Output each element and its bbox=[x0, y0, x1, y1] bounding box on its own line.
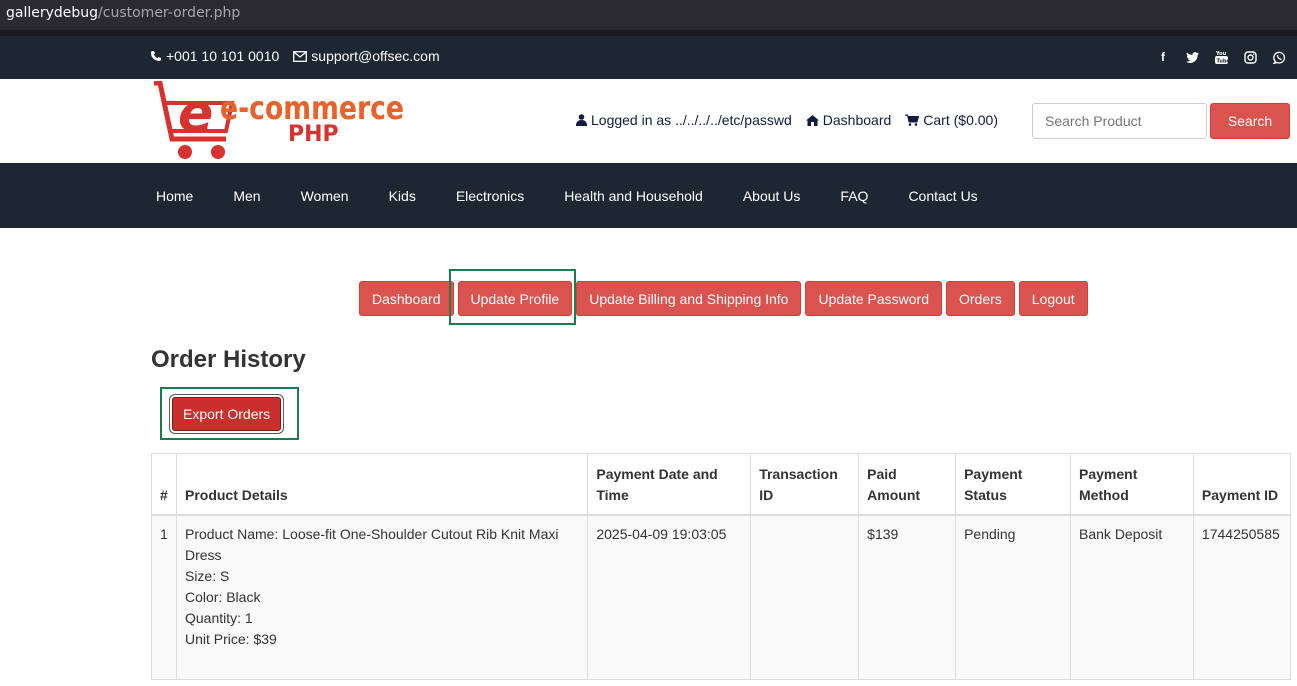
col-header-transaction-id: Transaction ID bbox=[750, 453, 860, 516]
instagram-icon[interactable] bbox=[1242, 49, 1258, 65]
update-profile-highlight bbox=[449, 269, 576, 325]
col-header-num: # bbox=[151, 453, 177, 516]
svg-text:PHP: PHP bbox=[288, 122, 339, 147]
search-button[interactable]: Search bbox=[1210, 103, 1290, 139]
nav-faq[interactable]: FAQ bbox=[820, 188, 888, 204]
svg-text:Tube: Tube bbox=[1216, 59, 1228, 65]
col-header-product-details: Product Details bbox=[175, 453, 589, 516]
svg-text:e: e bbox=[178, 84, 213, 144]
nav-home[interactable]: Home bbox=[136, 188, 213, 204]
orders-button[interactable]: Orders bbox=[946, 281, 1015, 316]
user-icon bbox=[576, 114, 587, 126]
youtube-icon[interactable]: YouTube bbox=[1213, 49, 1229, 65]
col-header-payment-status: Payment Status bbox=[955, 453, 1072, 516]
site-logo[interactable]: e e-commerce PHP bbox=[150, 81, 408, 161]
email-contact[interactable]: support@offsec.com bbox=[293, 48, 440, 64]
page-title: Order History bbox=[151, 346, 306, 373]
whatsapp-icon[interactable] bbox=[1271, 49, 1287, 65]
top-contact-bar: +001 10 101 0010 support@offsec.com f Yo… bbox=[0, 36, 1297, 79]
table-row: 1 Product Name: Loose-fit One-Shoulder C… bbox=[151, 514, 1292, 680]
update-billing-shipping-button[interactable]: Update Billing and Shipping Info bbox=[576, 281, 802, 316]
export-orders-highlight bbox=[160, 387, 299, 440]
email-address: support@offsec.com bbox=[311, 48, 440, 64]
home-icon bbox=[805, 114, 819, 126]
nav-contact-us[interactable]: Contact Us bbox=[888, 188, 997, 204]
col-header-paid-amount: Paid Amount bbox=[858, 453, 957, 516]
logout-button[interactable]: Logout bbox=[1018, 281, 1088, 316]
logged-in-user[interactable]: Logged in as ../../../../etc/passwd bbox=[576, 112, 792, 128]
product-size: Size: S bbox=[184, 567, 230, 584]
main-nav: Home Men Women Kids Electronics Health a… bbox=[0, 163, 1297, 228]
cell-payment-id: 1744250585 bbox=[1192, 514, 1292, 680]
url-text[interactable]: gallerydebug/customer-order.php bbox=[6, 5, 240, 21]
cell-payment-method: Bank Deposit bbox=[1070, 514, 1194, 680]
order-history-table: # Product Details Payment Date and Time … bbox=[151, 453, 1292, 680]
product-quantity: Quantity: 1 bbox=[184, 609, 253, 626]
cart-link[interactable]: Cart ($0.00) bbox=[905, 112, 998, 128]
col-header-payment-method: Payment Method bbox=[1070, 453, 1194, 516]
nav-electronics[interactable]: Electronics bbox=[436, 188, 544, 204]
cell-product-details: Product Name: Loose-fit One-Shoulder Cut… bbox=[175, 514, 589, 680]
facebook-icon[interactable]: f bbox=[1155, 49, 1171, 65]
phone-icon bbox=[151, 51, 161, 61]
dashboard-link[interactable]: Dashboard bbox=[805, 112, 891, 128]
phone-contact: +001 10 101 0010 bbox=[150, 48, 279, 64]
cell-num: 1 bbox=[151, 514, 177, 680]
browser-url-bar[interactable]: gallerydebug/customer-order.php bbox=[0, 0, 1297, 30]
col-header-payment-date: Payment Date and Time bbox=[587, 453, 752, 516]
update-password-button[interactable]: Update Password bbox=[805, 281, 942, 316]
cart-icon bbox=[905, 114, 920, 126]
twitter-icon[interactable] bbox=[1184, 49, 1200, 65]
phone-number: +001 10 101 0010 bbox=[166, 48, 280, 64]
cell-payment-status: Pending bbox=[955, 514, 1072, 680]
table-header-row: # Product Details Payment Date and Time … bbox=[151, 453, 1292, 516]
cell-paid-amount: $139 bbox=[858, 514, 957, 680]
nav-about-us[interactable]: About Us bbox=[723, 188, 821, 204]
product-name: Product Name: Loose-fit One-Shoulder Cut… bbox=[184, 525, 559, 563]
nav-men[interactable]: Men bbox=[213, 188, 280, 204]
nav-kids[interactable]: Kids bbox=[369, 188, 436, 204]
site-header: e e-commerce PHP Logged in as ../../../.… bbox=[0, 79, 1297, 163]
col-header-payment-id: Payment ID bbox=[1192, 453, 1292, 516]
product-color: Color: Black bbox=[184, 588, 261, 605]
dashboard-button[interactable]: Dashboard bbox=[359, 281, 454, 316]
envelope-icon bbox=[293, 50, 308, 62]
cell-payment-date: 2025-04-09 19:03:05 bbox=[587, 514, 752, 680]
search-input[interactable] bbox=[1032, 103, 1207, 139]
nav-health-household[interactable]: Health and Household bbox=[544, 188, 723, 204]
nav-women[interactable]: Women bbox=[281, 188, 369, 204]
product-unit-price: Unit Price: $39 bbox=[184, 630, 277, 647]
cell-transaction-id bbox=[750, 514, 860, 680]
